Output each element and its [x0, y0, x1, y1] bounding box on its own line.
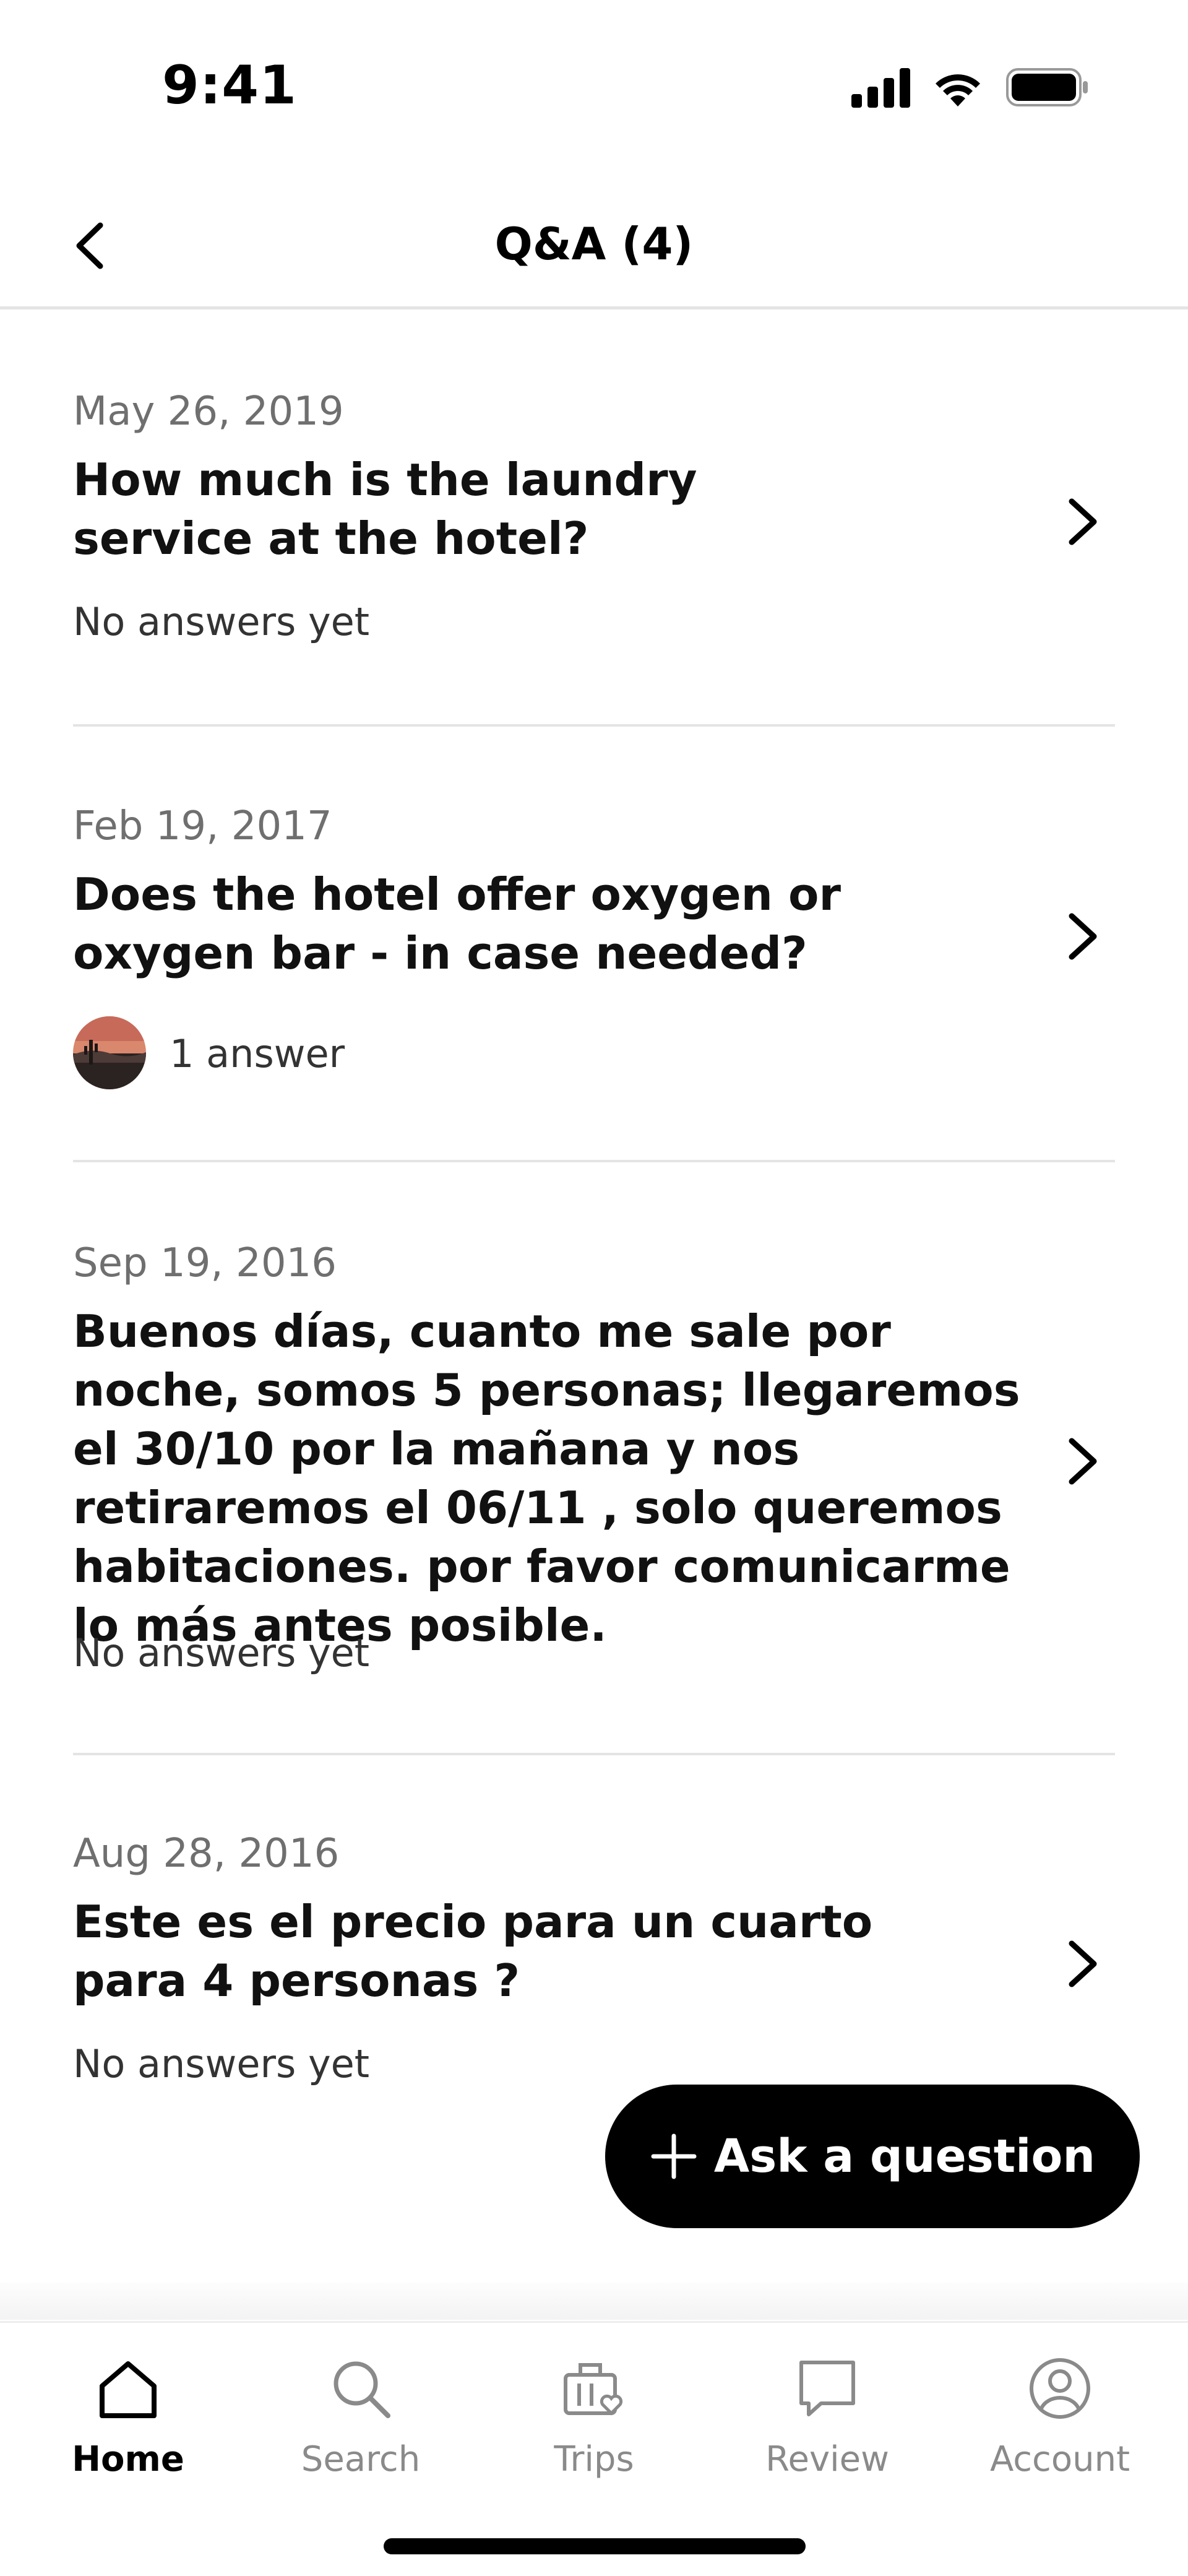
qa-item[interactable]: Sep 19, 2016 Buenos días, cuanto me sale… [73, 1240, 1115, 1755]
desert-sunset-image [73, 1016, 146, 1089]
qa-answer-status: No answers yet [73, 2041, 370, 2086]
qa-answer-status: 1 answer [170, 1031, 345, 1076]
nav-label-search: Search [301, 2439, 421, 2479]
divider [73, 1753, 1115, 1755]
ask-question-button[interactable]: Ask a question [605, 2085, 1140, 2228]
page-title: Q&A (4) [494, 218, 694, 270]
bottom-nav: Home Search Trips Review Account [0, 2321, 1188, 2576]
nav-label-home: Home [72, 2439, 184, 2479]
qa-date: Feb 19, 2017 [73, 803, 332, 849]
search-icon [334, 2361, 390, 2418]
qa-item[interactable]: Feb 19, 2017 Does the hotel offer oxygen… [73, 803, 1115, 1162]
qa-date: May 26, 2019 [73, 389, 344, 434]
qa-date: Sep 19, 2016 [73, 1240, 337, 1286]
divider [73, 1160, 1115, 1162]
qa-question: How much is the laundry service at the h… [73, 454, 697, 564]
suitcase-heart-icon [564, 2363, 623, 2416]
chevron-right-icon [1069, 913, 1097, 960]
nav-item-review[interactable]: Review [734, 2354, 920, 2515]
nav-label-review: Review [765, 2439, 889, 2479]
cellular-signal-icon [851, 68, 910, 108]
qa-item[interactable]: May 26, 2019 How much is the laundry ser… [73, 389, 1115, 727]
nav-item-account[interactable]: Account [967, 2354, 1153, 2515]
status-time: 9:41 [162, 54, 297, 116]
qa-date: Aug 28, 2016 [73, 1831, 340, 1877]
speech-bubble-icon [799, 2361, 855, 2416]
header: Q&A (4) [0, 186, 1188, 309]
avatar [73, 1016, 146, 1089]
status-bar: 9:41 [0, 0, 1188, 161]
qa-question: Este es el precio para un cuarto para 4 … [73, 1896, 873, 2007]
nav-item-search[interactable]: Search [268, 2354, 454, 2515]
qa-answer-status: No answers yet [73, 1630, 370, 1675]
home-icon [100, 2361, 157, 2418]
chevron-right-icon [1069, 498, 1097, 545]
qa-question: Buenos días, cuanto me sale por noche, s… [73, 1305, 1020, 1651]
nav-item-trips[interactable]: Trips [501, 2354, 687, 2515]
home-indicator [384, 2538, 806, 2554]
ask-question-label: Ask a question [713, 2130, 1096, 2183]
nav-label-trips: Trips [554, 2439, 634, 2479]
battery-icon [1006, 68, 1088, 106]
nav-label-account: Account [989, 2439, 1130, 2479]
divider [73, 724, 1115, 727]
user-circle-icon [1030, 2358, 1090, 2419]
nav-item-home[interactable]: Home [35, 2354, 221, 2515]
plus-icon [651, 2133, 697, 2179]
qa-question: Does the hotel offer oxygen or oxygen ba… [73, 868, 841, 979]
nav-shadow [0, 2283, 1188, 2320]
qa-item[interactable]: Aug 28, 2016 Este es el precio para un c… [73, 1831, 1115, 2091]
qa-answer-status: No answers yet [73, 599, 370, 644]
wifi-icon [936, 74, 980, 106]
chevron-right-icon [1069, 1940, 1097, 1987]
chevron-right-icon [1069, 1438, 1097, 1485]
